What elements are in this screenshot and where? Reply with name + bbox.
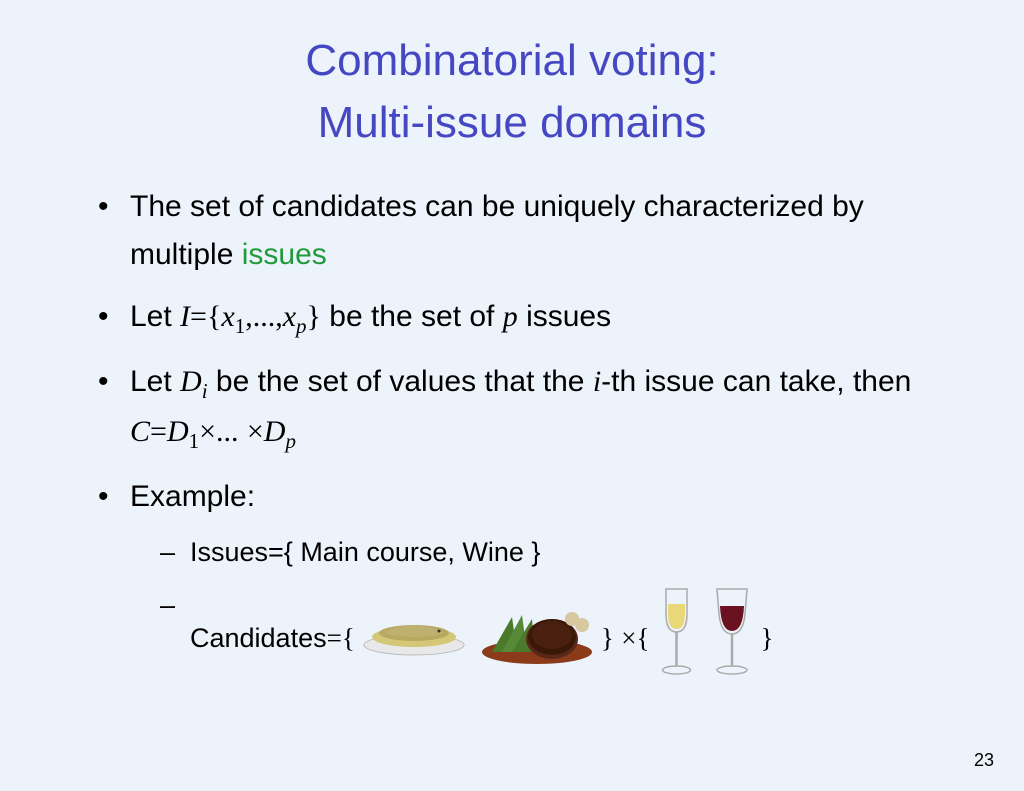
title-line-2: Multi-issue domains xyxy=(318,98,707,147)
sub-1: Issues={ Main course, Wine } xyxy=(160,531,964,574)
slide-title: Combinatorial voting: Multi-issue domain… xyxy=(60,30,964,153)
steak-dish-icon xyxy=(477,597,597,680)
bullet-1: The set of candidates can be uniquely ch… xyxy=(90,183,964,279)
bullet-3: Let Di be the set of values that the i-t… xyxy=(90,358,964,459)
bullet-2: Let I={x1,...,xp} be the set of p issues xyxy=(90,293,964,344)
bullet-4: Example: Issues={ Main course, Wine } Ca… xyxy=(90,473,964,692)
red-wine-icon xyxy=(707,584,757,692)
title-line-1: Combinatorial voting: xyxy=(305,36,718,85)
page-number: 23 xyxy=(974,750,994,771)
bullet-list: The set of candidates can be uniquely ch… xyxy=(90,183,964,692)
sub-list: Issues={ Main course, Wine } Candidates=… xyxy=(160,531,964,692)
sub-2: Candidates={ xyxy=(160,584,964,692)
slide: Combinatorial voting: Multi-issue domain… xyxy=(0,0,1024,791)
fish-dish-icon xyxy=(359,607,469,670)
issues-word: issues xyxy=(242,238,327,271)
white-wine-icon xyxy=(654,584,699,692)
